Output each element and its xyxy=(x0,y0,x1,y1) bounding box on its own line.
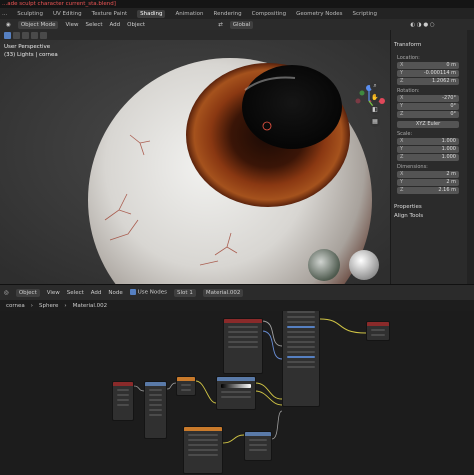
shader-type-dropdown[interactable]: Object xyxy=(15,288,40,297)
select-extend-icon[interactable] xyxy=(22,31,29,39)
scale-z-field[interactable]: Z 1.000 xyxy=(397,154,459,161)
node-menu-add[interactable]: Add xyxy=(91,290,102,296)
node-header xyxy=(113,382,133,386)
node-bump[interactable] xyxy=(244,431,272,461)
perspective-label: User Perspective xyxy=(4,44,51,50)
viewport-shading-icons[interactable]: ◐ ◑ ● ○ xyxy=(410,22,434,28)
node-header xyxy=(145,382,166,386)
menu-select[interactable]: Select xyxy=(86,22,103,28)
tab-geometry-nodes[interactable]: Geometry Nodes xyxy=(296,11,342,17)
node-material-output[interactable] xyxy=(366,321,390,341)
select-intersect-icon[interactable] xyxy=(40,31,47,39)
node-header xyxy=(367,322,389,326)
sidebar-vertical-tabs[interactable] xyxy=(467,30,474,284)
object-mode-dropdown[interactable]: Object Mode xyxy=(17,20,59,29)
node-header xyxy=(245,432,271,436)
properties-section[interactable]: Properties xyxy=(394,204,422,210)
node-header xyxy=(184,427,222,431)
zoom-icon[interactable]: ⌕ xyxy=(370,81,380,91)
tab-scripting[interactable]: Scripting xyxy=(353,11,377,17)
dimensions-x-field[interactable]: X2 m xyxy=(397,171,459,178)
orientation-icon[interactable]: ⇄ xyxy=(218,22,223,28)
node-header xyxy=(217,377,255,381)
node-header xyxy=(224,319,262,323)
dimensions-y-field[interactable]: Y2 m xyxy=(397,179,459,186)
viewport-header: ◉ Object Mode View Select Add Object ⇄ G… xyxy=(0,19,474,30)
window-title: ...ade sculpt character current_sta.blen… xyxy=(0,0,474,8)
breadcrumb-item-mesh: Sphere xyxy=(39,302,59,309)
node-separate-xyz[interactable] xyxy=(144,381,167,439)
viewport-toolbar xyxy=(0,30,390,40)
breadcrumb: cornea › Sphere › Material.002 xyxy=(0,300,474,311)
rotation-label: Rotation: xyxy=(397,88,420,94)
scale-x-field[interactable]: X 1.000 xyxy=(397,138,459,145)
select-box-icon[interactable] xyxy=(4,31,11,39)
node-color-ramp[interactable] xyxy=(216,376,256,410)
pan-hand-icon[interactable]: ✋ xyxy=(370,93,380,103)
rotation-x-field[interactable]: X -270° xyxy=(397,95,459,102)
blender-window: ...ade sculpt character current_sta.blen… xyxy=(0,0,474,475)
rotation-mode-dropdown[interactable]: XYZ Euler xyxy=(397,121,459,128)
tab-animation[interactable]: Animation xyxy=(175,11,203,17)
location-label: Location: xyxy=(397,55,420,61)
tab-overflow[interactable]: ... xyxy=(2,11,7,17)
node-principled-bsdf[interactable] xyxy=(282,311,320,407)
node-texture-coordinate[interactable] xyxy=(223,318,263,374)
navigation-gizmo[interactable] xyxy=(352,84,386,118)
node-editor-header: ◎ Object View Select Add Node Use Nodes … xyxy=(0,284,474,300)
collection-label: (33) Lights | cornea xyxy=(4,52,58,58)
checkbox-icon xyxy=(129,289,136,296)
menu-add[interactable]: Add xyxy=(110,22,121,28)
node-menu-node[interactable]: Node xyxy=(108,290,122,296)
shader-editor-icon[interactable]: ◎ xyxy=(4,290,9,296)
scale-label: Scale: xyxy=(397,131,413,137)
editor-type-icon[interactable]: ◉ xyxy=(6,22,11,28)
white-preview-sphere xyxy=(349,250,379,280)
use-nodes-toggle[interactable]: Use Nodes xyxy=(129,289,167,296)
hdri-preview-sphere xyxy=(308,249,340,281)
material-dropdown[interactable]: Material.002 xyxy=(202,288,244,297)
rotation-y-field[interactable]: Y 0° xyxy=(397,103,459,110)
ortho-grid-icon[interactable]: ▦ xyxy=(370,117,380,127)
align-tools-section[interactable]: Align Tools xyxy=(394,213,423,219)
workspace-tabs: ... Sculpting UV Editing Texture Paint S… xyxy=(0,8,474,19)
location-z-field[interactable]: Z 1.2062 m xyxy=(397,78,459,85)
node-header xyxy=(177,377,195,381)
camera-icon[interactable]: ◧ xyxy=(370,105,380,115)
breadcrumb-item-object: cornea xyxy=(6,302,25,309)
tab-rendering[interactable]: Rendering xyxy=(214,11,242,17)
tab-sculpting[interactable]: Sculpting xyxy=(17,11,43,17)
dimensions-label: Dimensions: xyxy=(397,164,428,170)
rotation-z-field[interactable]: Z 0° xyxy=(397,111,459,118)
node-canvas[interactable] xyxy=(0,311,474,475)
3d-viewport[interactable]: User Perspective (33) Lights | cornea ⌕ … xyxy=(0,40,390,284)
tab-shading[interactable]: Shading xyxy=(137,9,166,18)
slot-dropdown[interactable]: Slot 1 xyxy=(174,288,196,297)
node-menu-view[interactable]: View xyxy=(47,290,60,296)
menu-object[interactable]: Object xyxy=(127,22,145,28)
menu-view[interactable]: View xyxy=(65,22,78,28)
transform-section-title[interactable]: Transform xyxy=(394,42,421,48)
breadcrumb-item-material: Material.002 xyxy=(72,302,108,309)
select-subtract-icon[interactable] xyxy=(31,31,38,39)
tab-texture-paint[interactable]: Texture Paint xyxy=(92,11,128,17)
scale-y-field[interactable]: Y 1.000 xyxy=(397,146,459,153)
viewport-scene xyxy=(0,40,390,284)
tab-uv-editing[interactable]: UV Editing xyxy=(53,11,82,17)
dimensions-z-field[interactable]: Z 2.16 m xyxy=(397,187,459,194)
location-x-field[interactable]: X0 m xyxy=(397,62,459,69)
chevron-right-icon: › xyxy=(30,302,33,309)
node-mapping[interactable] xyxy=(112,381,134,421)
node-math[interactable] xyxy=(176,376,196,396)
chevron-right-icon: › xyxy=(64,302,67,309)
orientation-dropdown[interactable]: Global xyxy=(229,20,254,29)
node-image-texture[interactable] xyxy=(183,426,223,474)
sidebar-n-panel: Transform Location: X0 m Y -0.000114 m Z1… xyxy=(390,30,474,284)
select-mode-icon[interactable] xyxy=(13,31,20,39)
tab-compositing[interactable]: Compositing xyxy=(252,11,286,17)
node-menu-select[interactable]: Select xyxy=(67,290,84,296)
location-y-field[interactable]: Y -0.000114 m xyxy=(397,70,459,77)
